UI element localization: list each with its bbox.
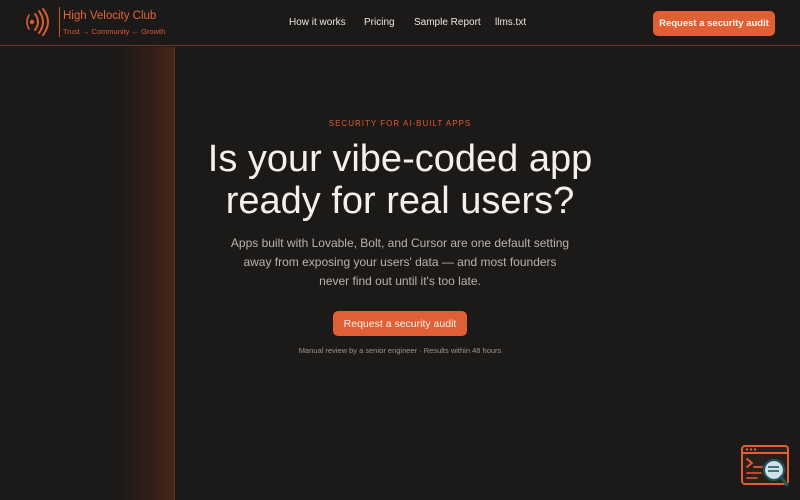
site-header: High Velocity Club Trust → Community ← G… xyxy=(0,0,800,46)
nav-link-how-it-works[interactable]: How it works xyxy=(289,17,346,28)
terminal-search-icon[interactable] xyxy=(741,445,791,489)
hero-subtext-line-3: never find out until it's too late. xyxy=(319,274,481,288)
decorative-vertical-line xyxy=(174,47,175,500)
nav-link-pricing[interactable]: Pricing xyxy=(364,17,395,28)
hero-headline-line-2: ready for real users? xyxy=(225,180,575,222)
hero-eyebrow: SECURITY FOR AI-BUILT APPS xyxy=(328,119,472,128)
hero-subtext-line-2: away from exposing your users' data — an… xyxy=(243,255,557,269)
hero-subtext: Apps built with Lovable, Bolt, and Curso… xyxy=(220,234,580,291)
decorative-gradient-stripe xyxy=(120,47,174,500)
hero-subtext-line-1: Apps built with Lovable, Bolt, and Curso… xyxy=(230,236,570,250)
nav-link-llms-txt[interactable]: llms.txt xyxy=(495,17,526,28)
header-request-audit-button[interactable]: Request a security audit xyxy=(653,11,775,36)
hero-headline: Is your vibe-coded app ready for real us… xyxy=(150,138,650,222)
hero-request-audit-button[interactable]: Request a security audit xyxy=(333,311,467,336)
nav-link-sample-report[interactable]: Sample Report xyxy=(414,17,481,28)
page: High Velocity Club Trust → Community ← G… xyxy=(0,0,800,500)
hero-footnote: Manual review by a senior engineer · Res… xyxy=(298,346,502,355)
hero-headline-line-1: Is your vibe-coded app xyxy=(207,138,593,180)
